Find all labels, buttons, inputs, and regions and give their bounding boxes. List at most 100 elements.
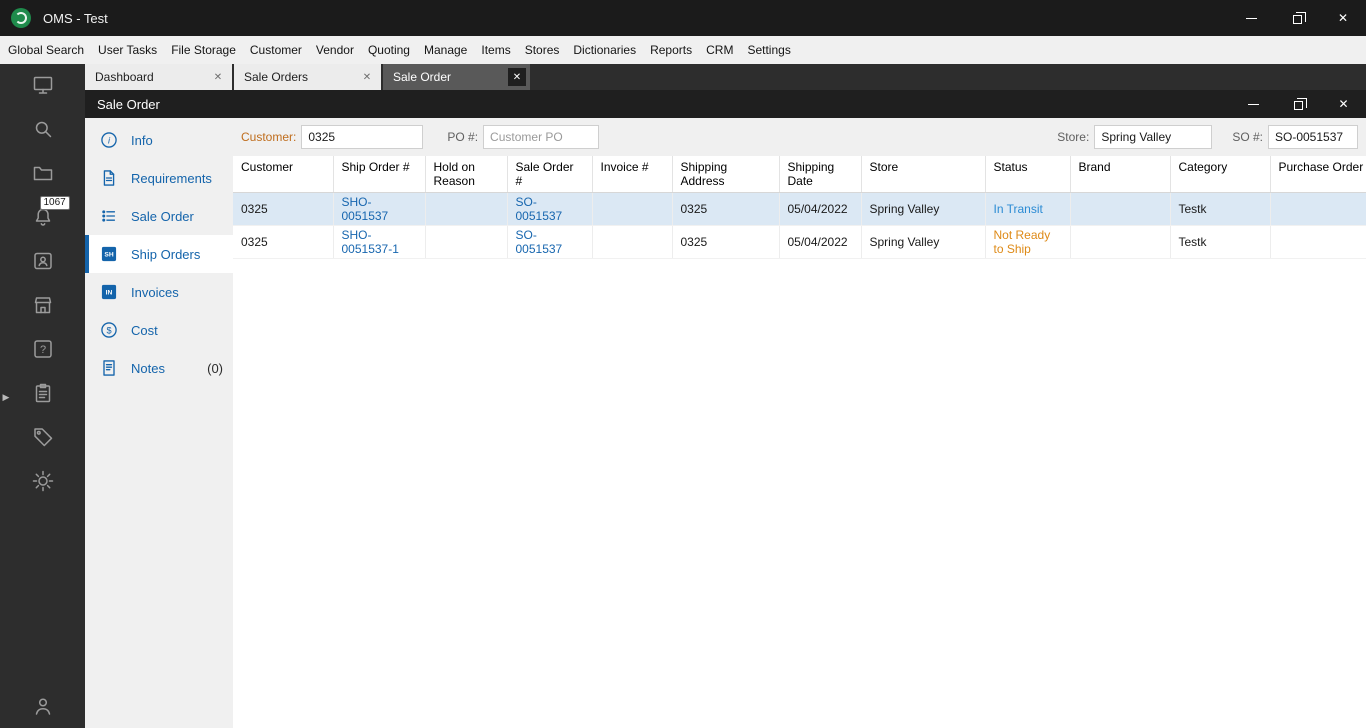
tab-close-icon[interactable]: ✕ [359, 69, 375, 85]
cell-invoice[interactable] [592, 225, 673, 259]
menu-settings[interactable]: Settings [740, 36, 797, 64]
nav-item-label: Notes [131, 360, 165, 376]
notifications-icon[interactable]: 1067 [31, 196, 70, 229]
tab-sale-order[interactable]: Sale Order ✕ [383, 64, 530, 90]
tab-sale-orders[interactable]: Sale Orders ✕ [234, 64, 381, 90]
cell-shipping-address[interactable]: 0325 [672, 225, 780, 259]
cell-brand[interactable] [1070, 225, 1171, 259]
cell-shipping-address[interactable]: 0325 [672, 192, 780, 226]
tab-close-icon[interactable]: ✕ [508, 68, 526, 86]
app-title: OMS - Test [43, 10, 108, 26]
customer-input[interactable] [301, 125, 424, 149]
col-status[interactable]: Status [985, 156, 1071, 193]
sale-order-link[interactable]: SO-0051537 [516, 228, 563, 256]
close-button[interactable]: ✕ [1321, 90, 1366, 118]
svg-text:IN: IN [106, 290, 113, 297]
ship-order-link[interactable]: SHO-0051537 [342, 195, 389, 223]
cell-customer[interactable]: 0325 [233, 225, 334, 259]
col-category[interactable]: Category [1170, 156, 1271, 193]
cell-brand[interactable] [1070, 192, 1171, 226]
cell-invoice[interactable] [592, 192, 673, 226]
menu-crm[interactable]: CRM [699, 36, 740, 64]
col-ship-order[interactable]: Ship Order # [333, 156, 426, 193]
col-hold-on-reason[interactable]: Hold on Reason [425, 156, 508, 193]
window-title: Sale Order [97, 96, 160, 112]
cell-ship-order[interactable]: SHO-0051537 [333, 192, 426, 226]
minimize-button[interactable] [1228, 0, 1274, 36]
menu-file-storage[interactable]: File Storage [164, 36, 243, 64]
folder-icon[interactable] [31, 161, 55, 185]
cell-shipping-date[interactable]: 05/04/2022 [779, 192, 862, 226]
menu-stores[interactable]: Stores [518, 36, 567, 64]
tab-label: Sale Order [393, 70, 452, 84]
table-row[interactable]: 0325 SHO-0051537-1 SO-0051537 0325 05/04… [233, 225, 1366, 259]
cell-hold-on-reason[interactable] [425, 225, 508, 259]
cell-hold-on-reason[interactable] [425, 192, 508, 226]
contacts-icon[interactable] [31, 249, 55, 273]
gear-icon[interactable] [31, 469, 55, 493]
dashboard-icon[interactable] [31, 73, 55, 97]
so-input[interactable] [1268, 125, 1358, 149]
table-row[interactable]: 0325 SHO-0051537 SO-0051537 0325 05/04/2… [233, 192, 1366, 226]
cell-purchase-order[interactable] [1270, 192, 1366, 226]
restore-button[interactable] [1274, 0, 1320, 36]
menu-manage[interactable]: Manage [417, 36, 474, 64]
col-brand[interactable]: Brand [1070, 156, 1171, 193]
nav-item-info[interactable]: i Info [85, 121, 233, 159]
nav-item-cost[interactable]: $ Cost [85, 311, 233, 349]
tab-close-icon[interactable]: ✕ [210, 69, 226, 85]
cell-ship-order[interactable]: SHO-0051537-1 [333, 225, 426, 259]
icon-sidebar: 1067 ? [0, 64, 85, 728]
panel-expander-arrow-icon[interactable]: ▶ [1, 388, 11, 406]
cell-customer[interactable]: 0325 [233, 192, 334, 226]
nav-item-notes[interactable]: Notes (0) [85, 349, 233, 387]
col-purchase-order[interactable]: Purchase Order # [1270, 156, 1366, 193]
menu-quoting[interactable]: Quoting [361, 36, 417, 64]
nav-item-requirements[interactable]: Requirements [85, 159, 233, 197]
cell-purchase-order[interactable] [1270, 225, 1366, 259]
col-invoice[interactable]: Invoice # [592, 156, 673, 193]
nav-item-invoices[interactable]: IN Invoices [85, 273, 233, 311]
col-shipping-date[interactable]: Shipping Date [779, 156, 862, 193]
col-shipping-address[interactable]: Shipping Address [672, 156, 780, 193]
cell-store[interactable]: Spring Valley [861, 225, 986, 259]
nav-item-ship-orders[interactable]: SH Ship Orders [85, 235, 233, 273]
user-icon[interactable] [31, 694, 55, 718]
cell-store[interactable]: Spring Valley [861, 192, 986, 226]
menu-vendor[interactable]: Vendor [309, 36, 361, 64]
tab-label: Dashboard [95, 70, 154, 84]
col-store[interactable]: Store [861, 156, 986, 193]
menu-customer[interactable]: Customer [243, 36, 309, 64]
menu-items[interactable]: Items [474, 36, 517, 64]
cell-sale-order[interactable]: SO-0051537 [507, 192, 593, 226]
tag-icon[interactable] [31, 425, 55, 449]
cell-status[interactable]: In Transit [985, 192, 1071, 226]
close-button[interactable]: ✕ [1320, 0, 1366, 36]
restore-button[interactable] [1276, 90, 1321, 118]
search-icon[interactable] [31, 117, 55, 141]
close-icon: ✕ [1338, 97, 1349, 111]
app-logo-icon [11, 8, 31, 28]
minimize-button[interactable] [1231, 90, 1276, 118]
menu-global-search[interactable]: Global Search [1, 36, 91, 64]
help-icon[interactable]: ? [31, 337, 55, 361]
cell-status[interactable]: Not Ready to Ship [985, 225, 1071, 259]
ship-order-link[interactable]: SHO-0051537-1 [342, 228, 399, 256]
po-input[interactable] [483, 125, 600, 149]
minimize-icon [1245, 17, 1257, 19]
col-sale-order[interactable]: Sale Order # [507, 156, 593, 193]
nav-item-sale-order[interactable]: Sale Order [85, 197, 233, 235]
menu-reports[interactable]: Reports [643, 36, 699, 64]
cell-sale-order[interactable]: SO-0051537 [507, 225, 593, 259]
store-input[interactable] [1094, 125, 1213, 149]
menu-dictionaries[interactable]: Dictionaries [566, 36, 643, 64]
col-customer[interactable]: Customer [233, 156, 334, 193]
tab-dashboard[interactable]: Dashboard ✕ [85, 64, 232, 90]
tasks-clipboard-icon[interactable] [31, 381, 55, 405]
store-icon[interactable] [31, 293, 55, 317]
cell-category[interactable]: Testk [1170, 192, 1271, 226]
menu-user-tasks[interactable]: User Tasks [91, 36, 164, 64]
sale-order-link[interactable]: SO-0051537 [516, 195, 563, 223]
cell-category[interactable]: Testk [1170, 225, 1271, 259]
cell-shipping-date[interactable]: 05/04/2022 [779, 225, 862, 259]
